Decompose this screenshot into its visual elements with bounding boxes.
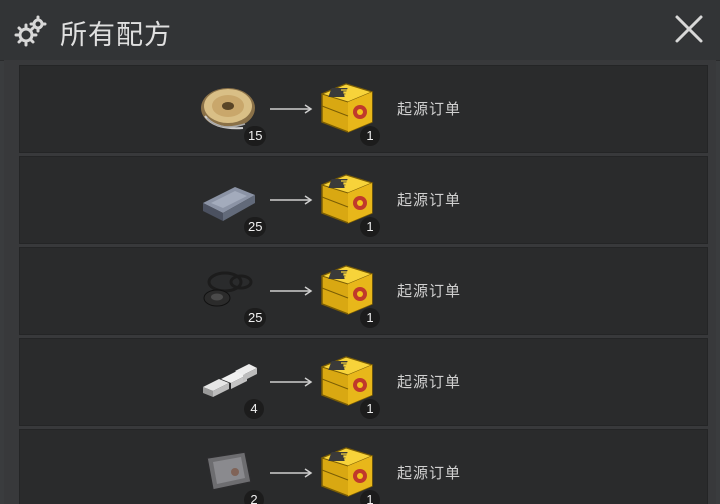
recipe-label: 起源订单 xyxy=(397,191,462,209)
arrow-right-icon xyxy=(270,286,313,296)
recipe-label: 起源订单 xyxy=(397,100,462,118)
ingredient-count: 25 xyxy=(244,308,267,328)
recipe-row[interactable]: 2 1 起源订单 xyxy=(19,429,708,504)
header-bar: 所有配方 xyxy=(0,0,720,61)
recipe-row[interactable]: 15 1 起源订单 xyxy=(19,65,708,153)
ingredient-count: 2 xyxy=(244,490,264,504)
recipe-row[interactable]: 25 1 起源订单 xyxy=(19,247,708,335)
result-count: 1 xyxy=(360,490,380,504)
ingredient-count: 4 xyxy=(244,399,264,419)
gears-icon xyxy=(14,15,47,47)
result-count: 1 xyxy=(360,308,380,328)
page-title: 所有配方 xyxy=(60,20,172,51)
arrow-right-icon xyxy=(270,195,313,205)
arrow-right-icon xyxy=(270,468,313,478)
recipe-label: 起源订单 xyxy=(397,282,462,300)
recipe-label: 起源订单 xyxy=(397,373,462,391)
recipe-label: 起源订单 xyxy=(397,464,462,482)
recipe-row[interactable]: 25 1 起源订单 xyxy=(19,156,708,244)
result-count: 1 xyxy=(360,399,380,419)
arrow-right-icon xyxy=(270,377,313,387)
result-count: 1 xyxy=(360,217,380,237)
arrow-right-icon xyxy=(270,104,313,114)
ingredient-count: 15 xyxy=(244,126,267,146)
close-icon[interactable] xyxy=(672,12,706,46)
ingredient-count: 25 xyxy=(244,217,267,237)
result-count: 1 xyxy=(360,126,380,146)
recipe-list[interactable]: 15 1 起源订单 25 1 起源订单 25 1 起源订单 4 1 起源订单 2… xyxy=(4,60,716,504)
recipe-row[interactable]: 4 1 起源订单 xyxy=(19,338,708,426)
